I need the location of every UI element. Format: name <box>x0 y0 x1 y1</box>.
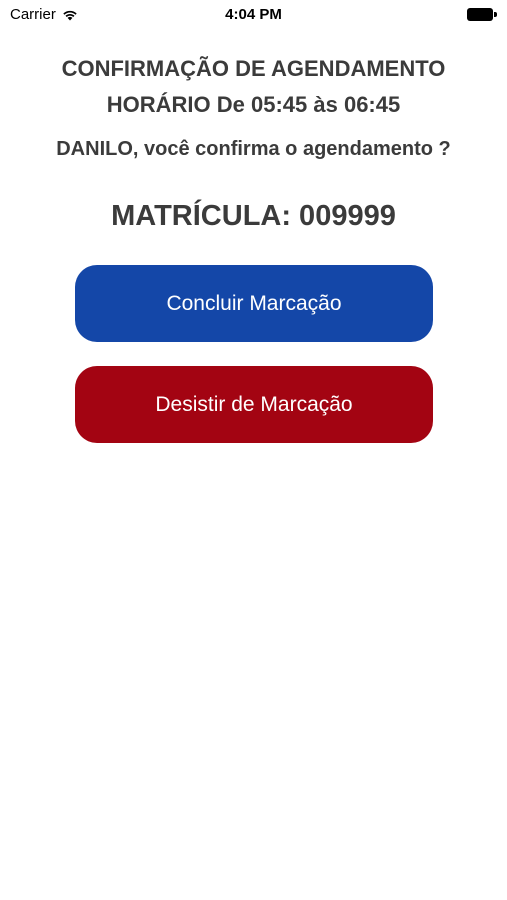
status-bar: Carrier 4:04 PM <box>0 0 507 30</box>
confirm-booking-button[interactable]: Concluir Marcação <box>75 265 433 342</box>
status-time: 4:04 PM <box>225 6 282 23</box>
registration-number: MATRÍCULA: 009999 <box>111 200 396 232</box>
cancel-booking-button[interactable]: Desistir de Marcação <box>75 366 433 443</box>
confirmation-question: DANILO, você confirma o agendamento ? <box>56 138 451 160</box>
battery-icon <box>467 8 497 21</box>
confirm-booking-label: Concluir Marcação <box>166 291 342 315</box>
cancel-booking-label: Desistir de Marcação <box>155 392 353 416</box>
page-title: CONFIRMAÇÃO DE AGENDAMENTO <box>61 56 446 81</box>
schedule-time: HORÁRIO De 05:45 às 06:45 <box>106 92 401 117</box>
